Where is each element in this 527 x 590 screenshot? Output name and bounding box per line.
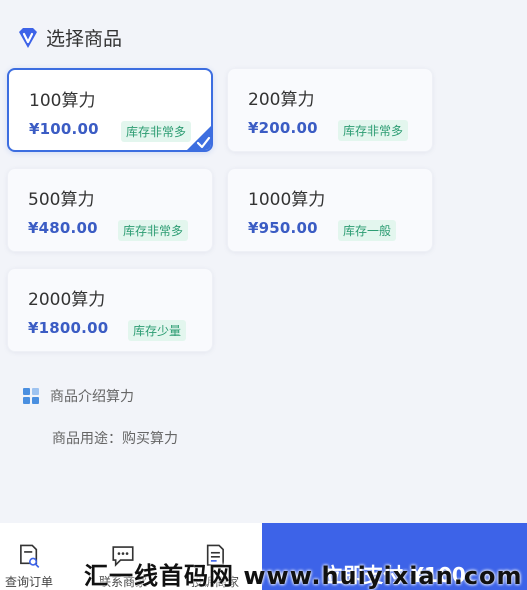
stock-badge: 库存少量: [128, 320, 187, 341]
grid-icon: [23, 388, 39, 404]
stock-badge: 库存一般: [338, 220, 397, 241]
product-intro-header: 商品介绍算力: [22, 386, 134, 406]
product-intro-title: 商品介绍算力: [50, 389, 134, 405]
selected-check-icon: [187, 126, 211, 150]
stock-badge: 库存非常多: [121, 121, 192, 142]
v-badge-icon: [19, 27, 37, 48]
section-title: 选择商品: [46, 28, 123, 50]
product-card-100[interactable]: 100算力 ¥100.00 库存非常多: [7, 68, 213, 152]
product-card-2000[interactable]: 2000算力 ¥1800.00 库存少量: [7, 268, 213, 352]
product-card-1000[interactable]: 1000算力 ¥950.00 库存一般: [227, 168, 433, 252]
product-price: ¥480.00: [28, 219, 98, 237]
watermark: 汇一线首码网 www.huiyixian.com: [84, 562, 523, 590]
stock-badge: 库存非常多: [118, 220, 189, 241]
product-price: ¥950.00: [248, 219, 318, 237]
product-name: 1000算力: [248, 190, 326, 210]
query-order-button[interactable]: 查询订单: [0, 523, 72, 590]
section-header: 选择商品: [16, 24, 122, 51]
product-name: 500算力: [28, 190, 95, 210]
product-usage-text: 商品用途：购买算力: [52, 431, 178, 447]
document-search-icon: [20, 544, 40, 568]
stock-badge: 库存非常多: [338, 120, 409, 141]
query-order-label: 查询订单: [4, 575, 53, 589]
product-price: ¥200.00: [248, 119, 318, 137]
product-card-200[interactable]: 200算力 ¥200.00 库存非常多: [227, 68, 433, 152]
product-name: 200算力: [248, 90, 315, 110]
product-name: 100算力: [29, 91, 96, 111]
product-price: ¥100.00: [29, 120, 99, 138]
product-price: ¥1800.00: [28, 319, 109, 337]
product-name: 2000算力: [28, 290, 106, 310]
product-card-500[interactable]: 500算力 ¥480.00 库存非常多: [7, 168, 213, 252]
